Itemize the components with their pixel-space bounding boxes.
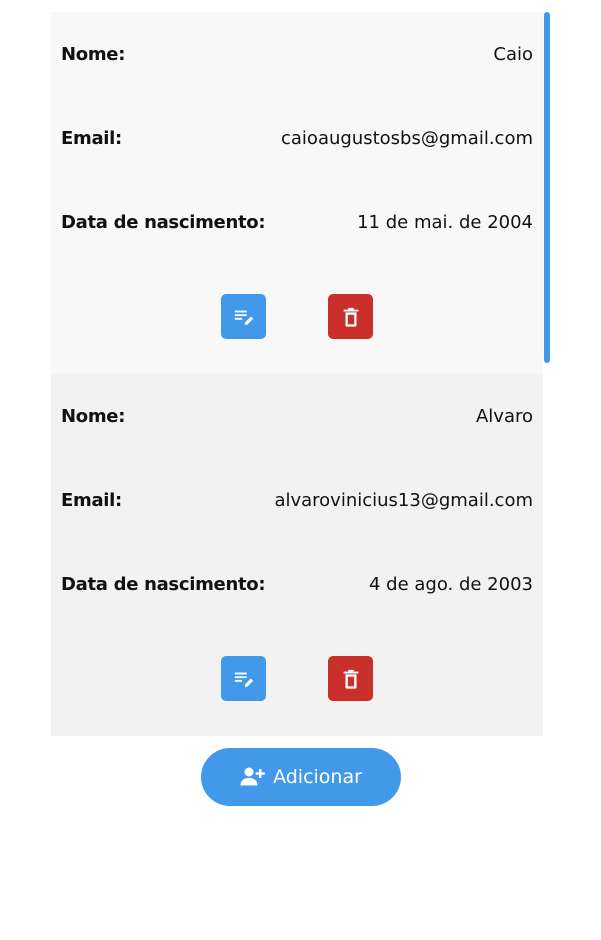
email-row: Email: alvarovinicius13@gmail.com	[61, 486, 533, 514]
delete-button[interactable]	[328, 656, 373, 701]
user-card: Nome: Alvaro Email: alvarovinicius13@gma…	[51, 374, 543, 736]
add-user-label: Adicionar	[273, 766, 362, 788]
edit-button[interactable]	[221, 294, 266, 339]
edit-note-icon	[234, 672, 253, 687]
card-actions	[51, 294, 543, 339]
email-value: alvarovinicius13@gmail.com	[274, 489, 533, 511]
person-add-icon	[240, 766, 266, 788]
birth-row: Data de nascimento: 4 de ago. de 2003	[61, 570, 533, 598]
email-label: Email:	[61, 127, 122, 149]
email-value: caioaugustosbs@gmail.com	[281, 127, 533, 149]
name-row: Nome: Alvaro	[61, 402, 533, 430]
name-label: Nome:	[61, 405, 126, 427]
user-card: Nome: Caio Email: caioaugustosbs@gmail.c…	[51, 12, 543, 374]
name-label: Nome:	[61, 43, 126, 65]
birth-value: 4 de ago. de 2003	[368, 573, 533, 595]
edit-button[interactable]	[221, 656, 266, 701]
name-value: Alvaro	[475, 405, 533, 427]
delete-button[interactable]	[328, 294, 373, 339]
birth-value: 11 de mai. de 2004	[357, 211, 533, 233]
trash-icon	[343, 307, 358, 327]
trash-icon	[343, 669, 358, 689]
scrollbar-thumb[interactable]	[544, 12, 550, 363]
birth-row: Data de nascimento: 11 de mai. de 2004	[61, 208, 533, 236]
user-list[interactable]: Nome: Caio Email: caioaugustosbs@gmail.c…	[51, 12, 543, 736]
email-label: Email:	[61, 489, 122, 511]
card-actions	[51, 656, 543, 701]
birth-label: Data de nascimento:	[61, 573, 266, 595]
add-user-button[interactable]: Adicionar	[201, 748, 401, 806]
birth-label: Data de nascimento:	[61, 211, 266, 233]
name-value: Caio	[493, 43, 533, 65]
email-row: Email: caioaugustosbs@gmail.com	[61, 124, 533, 152]
edit-note-icon	[234, 310, 253, 325]
name-row: Nome: Caio	[61, 40, 533, 68]
